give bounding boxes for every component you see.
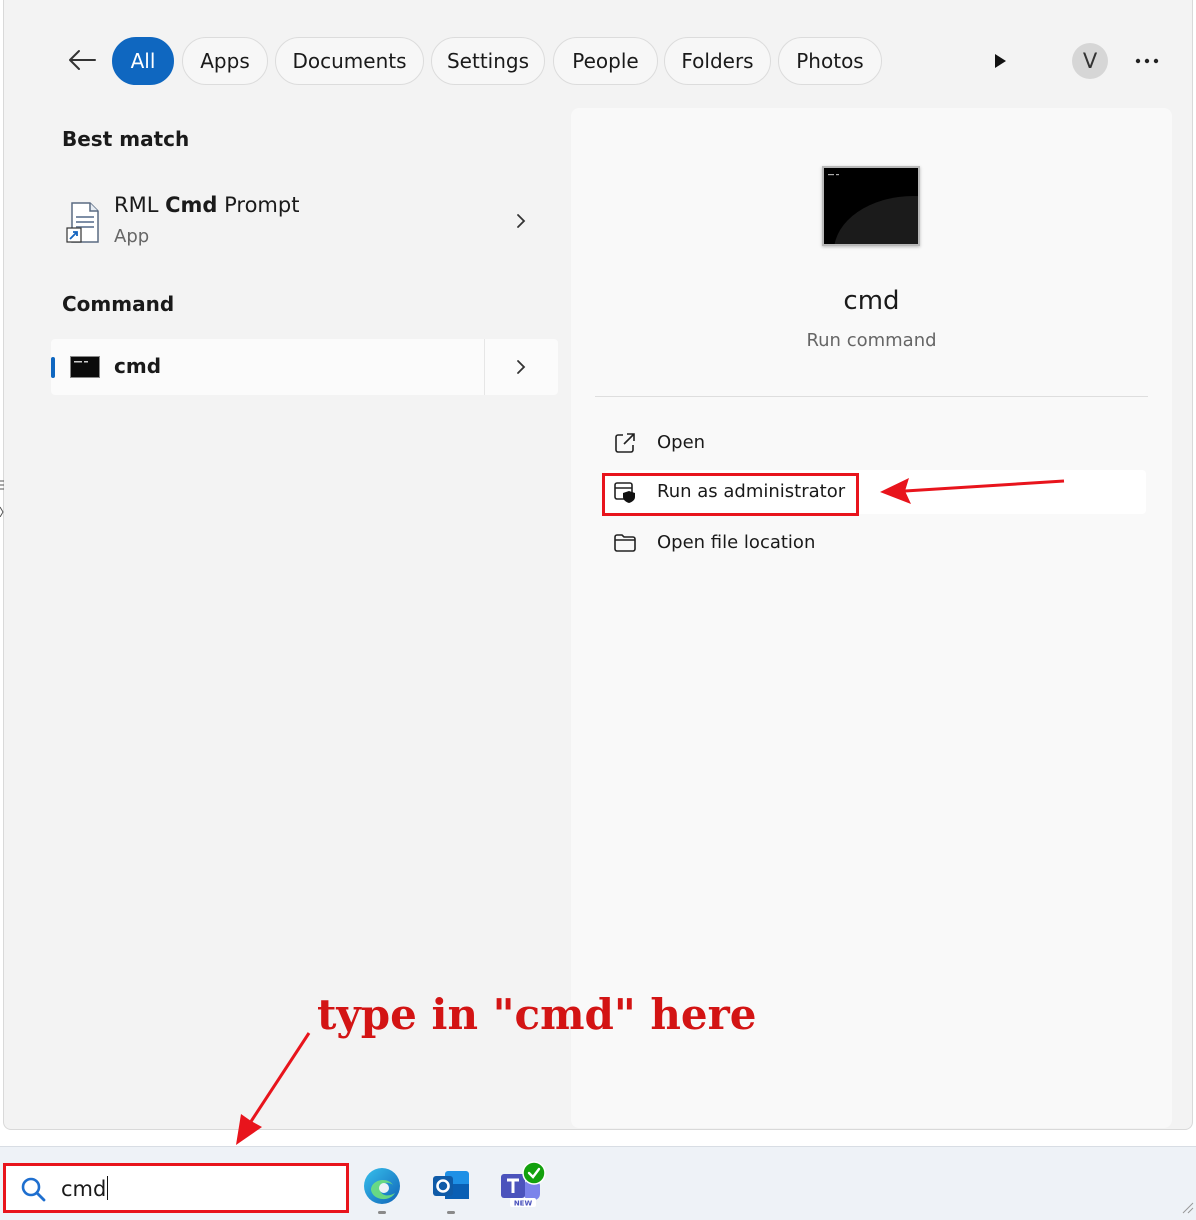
detail-pane: cmd Run command Open Run as administrato…: [571, 108, 1172, 1128]
detail-subtitle: Run command: [806, 330, 937, 351]
open-file-location-action[interactable]: Open file location: [605, 523, 1135, 563]
detail-title: cmd: [843, 286, 900, 316]
open-external-icon: [615, 433, 635, 453]
teams-new-badge: NEW: [514, 1200, 533, 1208]
folder-icon: [614, 534, 636, 552]
teams-new-icon[interactable]: NEW: [498, 1160, 548, 1208]
open-action[interactable]: Open: [605, 423, 1135, 463]
back-button[interactable]: [64, 42, 100, 78]
large-console-icon: [822, 166, 920, 246]
best-match-heading: Best match: [62, 127, 190, 151]
best-match-subtitle: App: [114, 226, 150, 247]
best-match-title-prefix: RML: [114, 193, 166, 217]
outlook-running-indicator: [447, 1211, 455, 1214]
edge-icon[interactable]: [362, 1166, 402, 1206]
taskbar-search-input[interactable]: cmd: [3, 1163, 349, 1213]
text-caret: [107, 1176, 109, 1200]
outlook-icon[interactable]: [431, 1166, 471, 1206]
filter-tab-people[interactable]: People: [553, 37, 658, 85]
command-heading: Command: [62, 292, 175, 316]
search-value-text: cmd: [61, 1177, 107, 1201]
open-action-label: Open: [657, 432, 706, 453]
search-icon: [21, 1177, 46, 1202]
more-options-button[interactable]: [1128, 42, 1166, 80]
selection-indicator: [51, 357, 55, 378]
document-shortcut-icon: [66, 202, 99, 243]
play-icon: [995, 54, 1006, 68]
back-arrow-icon: [69, 50, 96, 70]
filter-tab-documents[interactable]: Documents: [275, 37, 424, 85]
resize-grip-icon: [1182, 1202, 1194, 1214]
filter-tab-settings[interactable]: Settings: [431, 37, 545, 85]
filter-tab-apps[interactable]: Apps: [182, 37, 268, 85]
edge-running-indicator: [378, 1211, 386, 1214]
ellipsis-icon: [1135, 58, 1159, 64]
more-filters-button[interactable]: [981, 42, 1019, 80]
filter-tab-photos[interactable]: Photos: [778, 37, 882, 85]
row-divider: [484, 339, 485, 395]
detail-divider: [595, 396, 1148, 397]
filter-tab-folders[interactable]: Folders: [664, 37, 771, 85]
chevron-right-icon[interactable]: [511, 357, 531, 377]
filter-tab-all[interactable]: All: [112, 37, 174, 85]
best-match-title: RML Cmd Prompt: [114, 193, 299, 217]
command-result-cmd[interactable]: cmd: [51, 339, 558, 395]
open-file-location-label: Open file location: [657, 532, 816, 553]
avatar[interactable]: V: [1072, 43, 1108, 79]
search-input-value: cmd: [61, 1176, 109, 1201]
console-icon: [70, 356, 100, 378]
run-as-admin-highlight-box: [602, 473, 859, 516]
chevron-right-icon[interactable]: [511, 211, 531, 231]
best-match-title-bold: Cmd: [165, 193, 218, 217]
window-edge-marker: [0, 477, 4, 518]
command-result-label: cmd: [114, 354, 162, 378]
annotation-text: type in "cmd" here: [317, 990, 757, 1039]
best-match-title-suffix: Prompt: [217, 193, 300, 217]
best-match-item[interactable]: RML Cmd Prompt App: [51, 180, 558, 260]
